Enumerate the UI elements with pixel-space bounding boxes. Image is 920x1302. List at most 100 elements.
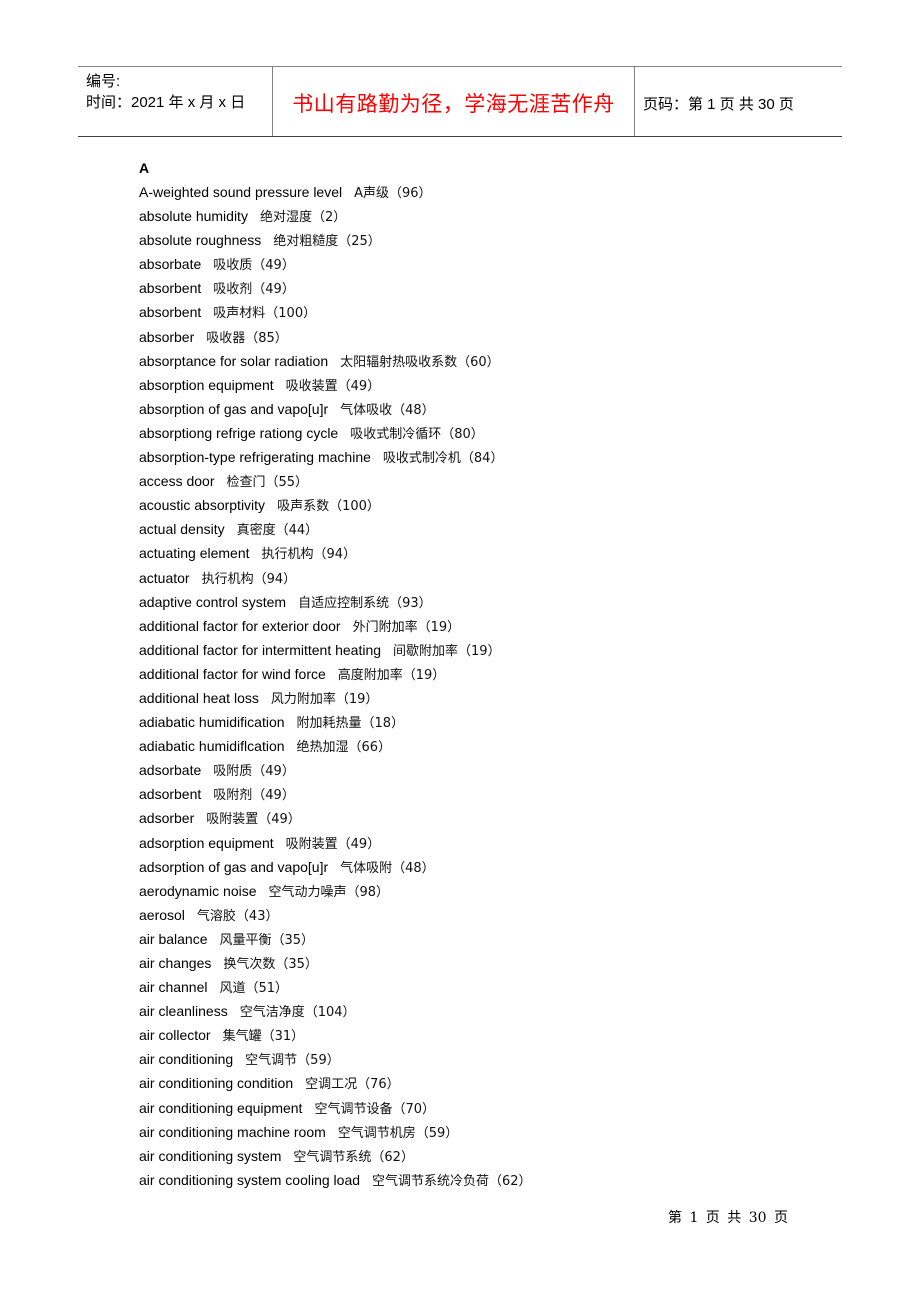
entry-english-term: absorption equipment	[139, 376, 274, 393]
entry-chinese-translation: 检查门（55）	[226, 475, 309, 491]
entry-english-term: aerosol	[139, 906, 185, 923]
glossary-entry: additional factor for wind force 高度附加率（19…	[139, 662, 532, 686]
entry-english-term: additional factor for intermittent heati…	[139, 641, 382, 658]
entry-chinese-translation: 空气动力噪声（98）	[268, 884, 390, 900]
entry-english-term: absorptiong refrige rationg cycle	[139, 424, 339, 441]
glossary-entry: acoustic absorptivity 吸声系数（100）	[139, 493, 532, 517]
entry-english-term: absorptance for solar radiation	[139, 352, 329, 369]
entry-english-term: adiabatic humidiflcation	[139, 738, 285, 755]
entry-chinese-translation: 吸声材料（100）	[213, 306, 317, 322]
entry-chinese-translation: 空气调节设备（70）	[314, 1101, 435, 1117]
entry-english-term: air channel	[139, 979, 208, 996]
entry-english-term: absolute humidity	[139, 208, 248, 225]
entry-english-term: adsorption of gas and vapo[u]r	[139, 858, 329, 875]
glossary-entry: additional heat loss 风力附加率（19）	[139, 686, 532, 710]
entry-chinese-translation: 吸附装置（49）	[206, 812, 301, 828]
entry-chinese-translation: 间歇附加率（19）	[393, 643, 501, 659]
entry-english-term: absorption-type refrigerating machine	[139, 449, 371, 466]
serial-number-label: 编号:	[86, 73, 121, 90]
entry-chinese-translation: 吸收器（85）	[206, 330, 288, 346]
glossary-entry: air conditioning machine room 空气调节机房（59）	[139, 1120, 532, 1144]
page-footer: 第 1 页 共 30 页	[668, 1210, 788, 1226]
glossary-entry: air conditioning 空气调节（59）	[139, 1047, 532, 1071]
glossary-entry: absorption-type refrigerating machine 吸收式…	[139, 445, 532, 469]
entry-english-term: air conditioning machine room	[139, 1123, 326, 1140]
glossary-entry: air conditioning condition 空调工况（76）	[139, 1071, 532, 1095]
entry-english-term: adaptive control system	[139, 593, 287, 610]
glossary-entry: actuator 执行机构（94）	[139, 566, 532, 590]
glossary-entry: aerodynamic noise 空气动力噪声（98）	[139, 879, 532, 903]
header-page-cell: 页码：第 1 页 共 30 页	[635, 67, 842, 136]
entry-english-term: adiabatic humidification	[139, 714, 285, 731]
entry-english-term: access door	[139, 473, 215, 490]
entry-chinese-translation: 气体吸附（48）	[340, 860, 435, 876]
entry-english-term: air cleanliness	[139, 1003, 228, 1020]
entry-chinese-translation: 空气洁净度（104）	[239, 1005, 356, 1021]
entry-chinese-translation: 绝对湿度（2）	[259, 210, 347, 226]
entry-english-term: absorbate	[139, 256, 202, 273]
glossary-entry-list: A-weighted sound pressure level A声级（96） ab…	[139, 180, 532, 1192]
header-meta-cell: 编号: 时间：2021 年 x 月 x 日	[78, 67, 273, 136]
entry-english-term: acoustic absorptivity	[139, 497, 266, 514]
entry-chinese-translation: 吸收质（49）	[213, 258, 295, 274]
date-label: 时间：2021 年 x 月 x 日	[86, 94, 246, 111]
glossary-entry: air collector 集气罐（31）	[139, 1023, 532, 1047]
entry-chinese-translation: 吸声系数（100）	[277, 499, 380, 515]
entry-chinese-translation: 吸收装置（49）	[285, 378, 381, 394]
entry-english-term: A-weighted sound pressure level	[139, 184, 343, 200]
motto-text: 书山有路勤为径，学海无涯苦作舟	[292, 93, 615, 116]
entry-chinese-translation: 换气次数（35）	[223, 957, 318, 972]
entry-english-term: additional factor for wind force	[139, 665, 326, 682]
entry-english-term: air conditioning system cooling load	[139, 1171, 361, 1188]
glossary-entry: adsorbent 吸附剂（49）	[139, 782, 532, 806]
entry-english-term: aerodynamic noise	[139, 882, 257, 899]
glossary-entry: air conditioning system cooling load 空气调节…	[139, 1168, 532, 1192]
entry-chinese-translation: 空调工况（76）	[305, 1077, 400, 1093]
glossary-entry: absorbate 吸收质（49）	[139, 252, 532, 276]
glossary-entry: absorber 吸收器（85）	[139, 325, 532, 349]
entry-chinese-translation: 空气调节系统（62）	[293, 1149, 414, 1165]
entry-english-term: absorber	[139, 328, 195, 345]
glossary-entry: absolute roughness 绝对粗糙度（25）	[139, 228, 532, 252]
glossary-entry: adiabatic humidiflcation 绝热加湿（66）	[139, 734, 532, 758]
glossary-entry: absorbent 吸声材料（100）	[139, 300, 532, 324]
glossary-entry: additional factor for exterior door 外门附加率…	[139, 614, 532, 638]
entry-english-term: absorbent	[139, 280, 202, 297]
entry-chinese-translation: 高度附加率（19）	[337, 667, 446, 683]
entry-english-term: actuator	[139, 569, 190, 586]
entry-chinese-translation: 外门附加率（19）	[352, 619, 461, 635]
glossary-entry: absorptiong refrige rationg cycle 吸收式制冷循环…	[139, 421, 532, 445]
glossary-entry: A-weighted sound pressure level A声级（96）	[139, 180, 532, 204]
glossary-entry: air conditioning system 空气调节系统（62）	[139, 1144, 532, 1168]
glossary-entry: absorptance for solar radiation 太阳辐射热吸收系数…	[139, 349, 532, 373]
entry-chinese-translation: 气溶胶（43）	[196, 908, 279, 924]
glossary-entry: actuating element 执行机构（94）	[139, 541, 532, 565]
entry-english-term: air changes	[139, 955, 212, 971]
entry-chinese-translation: 吸附装置（49）	[285, 836, 381, 852]
glossary-content: A A-weighted sound pressure level A声级（96）…	[139, 160, 532, 1192]
glossary-entry: air cleanliness 空气洁净度（104）	[139, 999, 532, 1023]
entry-chinese-translation: 空气调节机房（59）	[337, 1125, 459, 1141]
entry-chinese-translation: 绝热加湿（66）	[296, 740, 392, 756]
entry-english-term: adsorbate	[139, 762, 202, 779]
glossary-entry: adsorption of gas and vapo[u]r 气体吸附（48）	[139, 855, 532, 879]
entry-chinese-translation: 自适应控制系统（93）	[298, 595, 432, 611]
header-page-number: 页码：第 1 页 共 30 页	[643, 96, 794, 113]
glossary-entry: air changes 换气次数（35）	[139, 951, 532, 975]
entry-english-term: adsorption equipment	[139, 834, 274, 851]
glossary-entry: absorbent 吸收剂（49）	[139, 276, 532, 300]
entry-english-term: air collector	[139, 1027, 211, 1044]
glossary-entry: actual density 真密度（44）	[139, 517, 532, 541]
glossary-entry: adsorption equipment 吸附装置（49）	[139, 831, 532, 855]
entry-chinese-translation: 执行机构（94）	[201, 571, 297, 587]
glossary-entry: access door 检查门（55）	[139, 469, 532, 493]
header-motto-cell: 书山有路勤为径，学海无涯苦作舟	[273, 67, 635, 136]
entry-chinese-translation: 风量平衡（35）	[219, 932, 315, 948]
glossary-entry: additional factor for intermittent heati…	[139, 638, 532, 662]
entry-chinese-translation: A声级（96）	[354, 186, 432, 201]
entry-chinese-translation: 吸收剂（49）	[213, 282, 295, 298]
entry-chinese-translation: 真密度（44）	[236, 523, 319, 539]
entry-english-term: absorbent	[139, 304, 202, 321]
glossary-entry: adiabatic humidification 附加耗热量（18）	[139, 710, 532, 734]
glossary-entry: adsorbate 吸附质（49）	[139, 758, 532, 782]
